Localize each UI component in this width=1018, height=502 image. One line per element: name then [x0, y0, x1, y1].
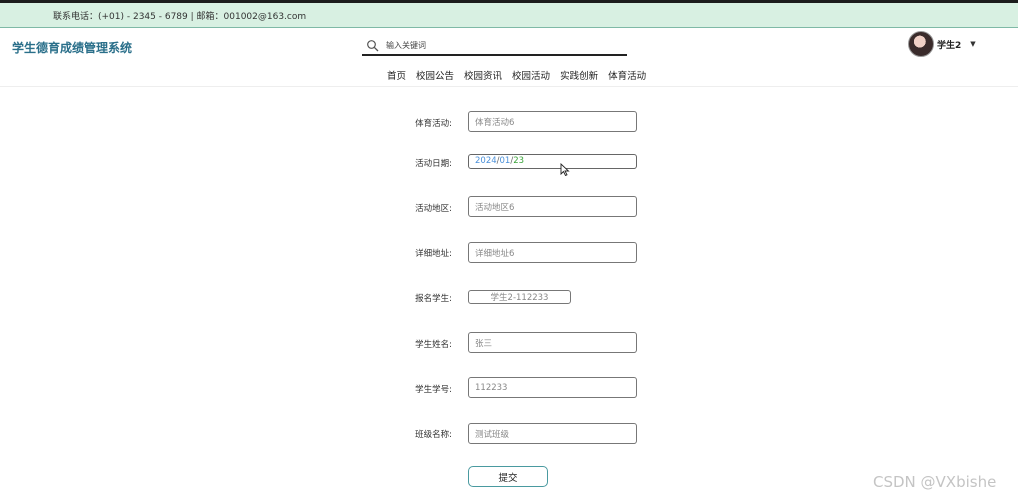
class-label: 班级名称:: [415, 430, 452, 440]
student-no-label: 学生学号:: [415, 385, 452, 395]
contact-bar: 联系电话：(+01) - 2345 - 6789 | 邮箱：001002@163…: [0, 3, 1018, 28]
search-input[interactable]: [386, 38, 616, 53]
submit-button[interactable]: 提交: [468, 466, 548, 487]
student-name-label: 学生姓名:: [415, 340, 452, 350]
main-nav: 首页 校园公告 校园资讯 校园活动 实践创新 体育活动: [387, 68, 656, 82]
search-box: [362, 36, 627, 56]
nav-item-sports[interactable]: 体育活动: [608, 68, 646, 82]
nav-item-home[interactable]: 首页: [387, 68, 406, 82]
nav-item-announcements[interactable]: 校园公告: [416, 68, 454, 82]
student-name-field[interactable]: [468, 332, 637, 353]
signup-student-select[interactable]: [468, 290, 571, 304]
site-title[interactable]: 学生德育成绩管理系统: [12, 39, 132, 56]
user-menu[interactable]: 学生2 ▼: [908, 31, 976, 57]
student-no-field[interactable]: [468, 377, 637, 398]
sport-field[interactable]: [468, 111, 637, 132]
sport-label: 体育活动:: [415, 119, 452, 129]
signup-label: 报名学生:: [415, 294, 452, 304]
nav-item-innovation[interactable]: 实践创新: [560, 68, 598, 82]
search-icon[interactable]: [366, 39, 380, 53]
class-field[interactable]: [468, 423, 637, 444]
chevron-down-icon[interactable]: ▼: [970, 40, 975, 48]
date-month[interactable]: 01: [500, 156, 511, 166]
user-name[interactable]: 学生2: [937, 38, 961, 51]
date-year[interactable]: 2024: [475, 156, 497, 166]
header-divider: [0, 86, 1018, 87]
mouse-cursor-icon: [560, 163, 570, 176]
nav-item-activities[interactable]: 校园活动: [512, 68, 550, 82]
area-field[interactable]: [468, 196, 637, 217]
watermark: CSDN @VXbishe: [873, 473, 997, 491]
contact-text: 联系电话：(+01) - 2345 - 6789 | 邮箱：001002@163…: [53, 12, 307, 22]
date-day[interactable]: 23: [513, 156, 524, 166]
nav-item-news[interactable]: 校园资讯: [464, 68, 502, 82]
date-field[interactable]: 2024/01/23: [468, 154, 637, 169]
address-label: 详细地址:: [415, 249, 452, 259]
address-field[interactable]: [468, 242, 637, 263]
date-label: 活动日期:: [415, 159, 452, 169]
area-label: 活动地区:: [415, 204, 452, 214]
avatar[interactable]: [908, 31, 934, 57]
